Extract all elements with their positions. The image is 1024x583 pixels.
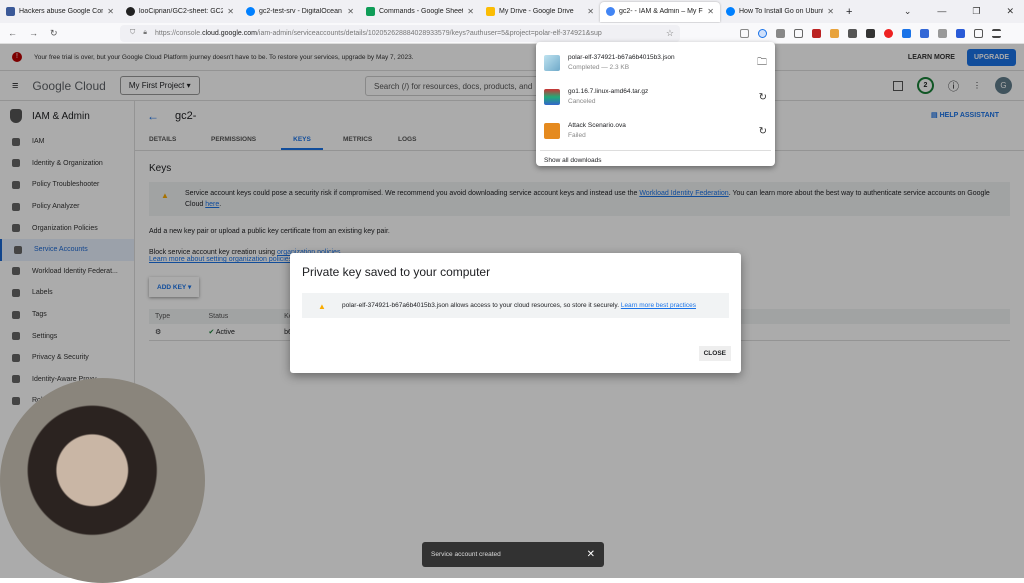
browser-tab[interactable]: gc2-test-srv - DigitalOcean ✕ — [240, 2, 360, 22]
close-tab-icon[interactable]: ✕ — [467, 7, 474, 16]
close-button[interactable]: CLOSE — [698, 346, 731, 361]
dialog-warning: ▲ polar-elf-374921-b67a6b4015b3.json allo… — [302, 293, 729, 318]
favicon-icon — [6, 7, 15, 16]
minimize-icon[interactable]: — — [937, 6, 946, 17]
retry-icon[interactable]: ↻ — [759, 126, 767, 137]
extension-icon[interactable] — [956, 28, 965, 38]
close-tab-icon[interactable]: ✕ — [227, 7, 234, 16]
forward-icon[interactable]: → — [29, 28, 38, 38]
download-status: Failed — [568, 132, 586, 139]
extension-icon[interactable] — [812, 28, 821, 38]
url-path: /iam-admin/serviceaccounts/details/10205… — [256, 29, 602, 37]
retry-icon[interactable]: ↻ — [759, 92, 767, 103]
ova-file-icon — [544, 123, 560, 139]
lock-icon: 🔒︎ — [143, 29, 147, 36]
folder-icon[interactable]: 🗀 — [757, 55, 767, 72]
library-icon[interactable] — [776, 28, 785, 38]
github-icon — [126, 7, 135, 16]
restore-icon[interactable]: ❐ — [972, 6, 980, 17]
snackbar: Service account created ✕ — [422, 542, 604, 567]
browser-tab-strip: Hackers abuse Google Comme✕ looCiprian/G… — [0, 0, 1024, 23]
download-name: polar-elf-374921-b67a6b4015b3.json — [568, 54, 675, 61]
dialog-message: polar-elf-374921-b67a6b4015b3.json allow… — [342, 302, 620, 309]
browser-tab-active[interactable]: gc2- - IAM & Admin – My First ✕ — [600, 1, 720, 22]
dialog-title: Private key saved to your computer — [302, 265, 491, 279]
browser-tab[interactable]: Commands - Google Sheets ✕ — [360, 2, 480, 22]
browser-tab[interactable]: My Drive - Google Drive ✕ — [480, 2, 600, 22]
download-item[interactable]: polar-elf-374921-b67a6b4015b3.json Comple… — [536, 46, 775, 80]
sidebar-icon[interactable] — [794, 28, 803, 38]
extension-icon[interactable] — [920, 28, 929, 38]
browser-tab[interactable]: Hackers abuse Google Comme✕ — [0, 2, 120, 22]
reload-icon[interactable]: ↻ — [50, 28, 58, 39]
download-name: go1.16.7.linux-amd64.tar.gz — [568, 88, 649, 95]
downloads-icon[interactable] — [758, 28, 767, 38]
url-bar[interactable]: ⛉ 🔒︎ https://console.cloud.google.com/iam-… — [120, 24, 680, 42]
private-key-dialog: Private key saved to your computer ▲ pola… — [290, 253, 741, 373]
close-icon[interactable]: ✕ — [587, 549, 595, 560]
snackbar-text: Service account created — [431, 551, 501, 558]
pocket-icon[interactable] — [740, 28, 749, 38]
digitalocean-icon — [246, 7, 255, 16]
tab-list-icon[interactable]: ⌄ — [904, 6, 912, 17]
shield-icon: ⛉ — [130, 29, 136, 36]
menu-icon[interactable] — [992, 28, 1001, 38]
show-all-downloads[interactable]: Show all downloads — [540, 150, 771, 170]
close-tab-icon[interactable]: ✕ — [827, 7, 834, 16]
download-item[interactable]: go1.16.7.linux-amd64.tar.gz Canceled ↻ — [536, 80, 775, 114]
json-file-icon — [544, 55, 560, 71]
close-tab-icon[interactable]: ✕ — [707, 7, 714, 16]
back-icon[interactable]: ← — [8, 28, 17, 38]
navigation-bar: ← → ↻ ⛉ 🔒︎ https://console.cloud.google.com/… — [0, 23, 1024, 44]
close-tab-icon[interactable]: ✕ — [587, 7, 594, 16]
download-status: Completed — 2.3 KB — [568, 64, 630, 71]
extension-icon[interactable] — [848, 28, 857, 38]
url-prefix: https://console. — [154, 29, 203, 37]
close-window-icon[interactable]: ✕ — [1006, 6, 1014, 17]
close-tab-icon[interactable]: ✕ — [107, 7, 114, 16]
sheets-icon — [366, 7, 375, 16]
shield-icon — [606, 7, 615, 16]
close-tab-icon[interactable]: ✕ — [347, 7, 354, 16]
download-item[interactable]: Attack Scenario.ova Failed ↻ — [536, 114, 775, 148]
extensions-toolbar — [740, 28, 1001, 38]
extension-icon[interactable] — [938, 28, 947, 38]
extension-icon[interactable] — [902, 28, 911, 38]
digitalocean-icon — [726, 7, 735, 16]
downloads-panel: polar-elf-374921-b67a6b4015b3.json Comple… — [536, 42, 775, 166]
browser-tab[interactable]: looCiprian/GC2-sheet: GC2 is a✕ — [120, 2, 240, 22]
extension-icon[interactable] — [830, 28, 839, 38]
webcam-overlay — [0, 378, 205, 583]
download-status: Canceled — [568, 98, 596, 105]
share-icon[interactable] — [974, 28, 983, 38]
warning-icon: ▲ — [318, 302, 326, 311]
browser-tab[interactable]: How To Install Go on Ubuntu 20✕ — [720, 2, 840, 22]
best-practices-link[interactable]: Learn more best practices — [621, 302, 696, 309]
archive-file-icon — [544, 89, 560, 105]
extension-icon[interactable] — [884, 28, 893, 38]
download-name: Attack Scenario.ova — [568, 122, 626, 129]
drive-icon — [486, 7, 495, 16]
url-domain: cloud.google.com — [202, 29, 257, 37]
extension-icon[interactable] — [866, 28, 875, 38]
bookmark-star-icon[interactable]: ☆ — [666, 28, 674, 39]
new-tab-button[interactable]: + — [846, 6, 852, 18]
